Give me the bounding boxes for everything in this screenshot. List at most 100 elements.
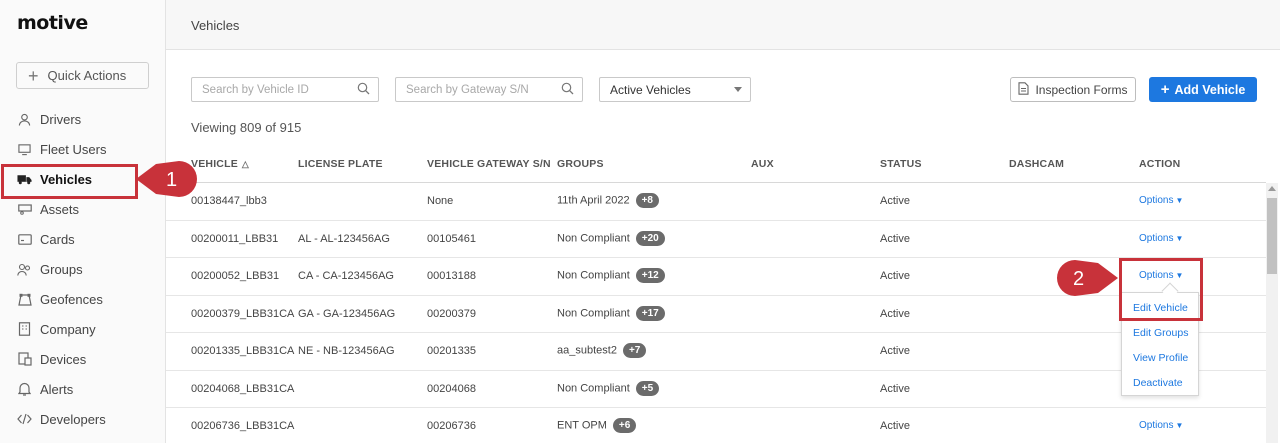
card-icon: [17, 232, 32, 247]
group-count-badge[interactable]: +12: [635, 268, 665, 283]
search-icon[interactable]: [357, 82, 370, 98]
sidebar-nav: Drivers Fleet Users Vehicles Assets Card…: [0, 104, 166, 434]
table-row[interactable]: 00200011_LBB31 AL - AL-123456AG 00105461…: [166, 221, 1266, 258]
table-row[interactable]: 00201335_LBB31CA NE - NB-123456AG 002013…: [166, 333, 1266, 371]
table-row[interactable]: 00206736_LBB31CA 00206736 ENT OPM +6 Acti…: [166, 408, 1266, 443]
add-vehicle-label: Add Vehicle: [1174, 82, 1246, 97]
license-plate: NE - NB-123456AG: [298, 345, 395, 357]
callout-number-1: 1: [166, 169, 178, 191]
callout-number-2: 2: [1073, 268, 1085, 290]
quick-actions-button[interactable]: + Quick Actions: [16, 62, 149, 89]
vehicle-id[interactable]: 00200379_LBB31CA: [191, 308, 294, 320]
groups-cell: Non Compliant +5: [557, 380, 660, 396]
vehicle-id[interactable]: 00200052_LBB31: [191, 270, 279, 282]
gateway-search[interactable]: [395, 77, 583, 102]
menu-item-view-profile[interactable]: View Profile: [1133, 352, 1188, 364]
group-count-badge[interactable]: +8: [635, 193, 659, 208]
license-plate: AL - AL-123456AG: [298, 232, 390, 245]
license-plate: CA - CA-123456AG: [298, 270, 394, 282]
column-header-gateway: VEHICLE GATEWAY S/N: [427, 158, 551, 170]
vehicle-status-selected: Active Vehicles: [610, 83, 691, 97]
groups-cell: ENT OPM +6: [557, 418, 637, 433]
status-text: Active: [880, 345, 910, 357]
page-title: Vehicles: [191, 18, 240, 33]
sidebar-item-drivers[interactable]: Drivers: [0, 104, 166, 134]
sidebar-item-cards[interactable]: Cards: [0, 224, 166, 254]
license-plate: GA - GA-123456AG: [298, 307, 396, 320]
sidebar-item-developers[interactable]: Developers: [0, 404, 166, 434]
vehicle-id[interactable]: 00138447_lbb3: [191, 195, 267, 207]
sidebar-item-label: Vehicles: [40, 171, 93, 187]
gateway-sn: 00204068: [427, 382, 476, 395]
groups-cell: Non Compliant +12: [557, 268, 665, 283]
vehicle-id[interactable]: 00200011_LBB31: [191, 233, 278, 245]
page-header: Vehicles: [166, 0, 1280, 50]
column-header-dashcam: DASHCAM: [1009, 158, 1065, 170]
caret-down-icon: [734, 87, 742, 92]
sidebar-item-label: Drivers: [40, 111, 82, 127]
table-scrollbar[interactable]: [1266, 183, 1278, 443]
menu-item-edit-groups[interactable]: Edit Groups: [1133, 327, 1188, 339]
groups-cell: 11th April 2022 +8: [557, 193, 659, 208]
sidebar-item-label: Alerts: [40, 381, 74, 397]
sidebar-item-company[interactable]: Company: [0, 314, 166, 344]
column-header-action: ACTION: [1139, 158, 1181, 170]
search-icon[interactable]: [561, 82, 574, 98]
sidebar-item-label: Assets: [40, 201, 80, 217]
add-vehicle-button[interactable]: + Add Vehicle: [1149, 77, 1257, 102]
status-text: Active: [880, 270, 910, 282]
status-text: Active: [880, 195, 910, 207]
options-dropdown[interactable]: Options ▼: [1139, 233, 1183, 244]
vehicle-id[interactable]: 00204068_LBB31CA: [191, 383, 294, 395]
truck-icon: [17, 172, 32, 187]
status-text: Active: [880, 382, 910, 395]
sidebar-item-label: Company: [40, 321, 96, 337]
table-row[interactable]: 00200379_LBB31CA GA - GA-123456AG 002003…: [166, 296, 1266, 333]
table-row[interactable]: 00204068_LBB31CA 00204068 Non Compliant +…: [166, 371, 1266, 408]
callout-marker-2: [1057, 260, 1118, 296]
gateway-search-input[interactable]: [396, 78, 582, 101]
options-dropdown[interactable]: Options ▼: [1139, 195, 1183, 206]
sidebar-item-assets[interactable]: Assets: [0, 194, 166, 224]
table-row[interactable]: 00138447_lbb3 None 11th April 2022 +8 Act…: [166, 183, 1266, 221]
sidebar-item-geofences[interactable]: Geofences: [0, 284, 166, 314]
caret-down-icon: ▼: [1175, 421, 1184, 430]
vehicle-id[interactable]: 00201335_LBB31CA: [191, 345, 294, 357]
vehicle-search[interactable]: [191, 77, 379, 102]
user-icon: [17, 112, 32, 127]
sidebar-item-label: Groups: [40, 261, 83, 277]
motive-logo[interactable]: motive: [17, 12, 88, 34]
sidebar-item-label: Cards: [40, 231, 75, 247]
sidebar-item-label: Geofences: [40, 291, 103, 307]
code-icon: [17, 412, 32, 427]
sidebar-item-alerts[interactable]: Alerts: [0, 374, 166, 404]
sidebar-item-label: Fleet Users: [40, 141, 107, 157]
group-count-badge[interactable]: +20: [635, 230, 665, 246]
scroll-thumb[interactable]: [1267, 198, 1277, 274]
groups-cell: aa_subtest2 +7: [557, 343, 647, 358]
group-name: ENT OPM: [557, 419, 607, 432]
sidebar-item-devices[interactable]: Devices: [0, 344, 166, 374]
vehicle-search-input[interactable]: [192, 78, 378, 101]
menu-item-deactivate[interactable]: Deactivate: [1133, 377, 1183, 389]
column-header-vehicle[interactable]: VEHICLE △: [191, 158, 249, 170]
group-count-badge[interactable]: +6: [612, 418, 637, 433]
scroll-up-icon[interactable]: [1268, 186, 1276, 191]
inspection-forms-button[interactable]: Inspection Forms: [1010, 77, 1136, 102]
status-text: Active: [880, 307, 910, 320]
group-icon: [17, 262, 32, 277]
caret-down-icon: ▼: [1175, 196, 1184, 205]
caret-down-icon: ▼: [1175, 233, 1184, 243]
group-count-badge[interactable]: +17: [635, 305, 665, 321]
column-header-license-plate: LICENSE PLATE: [298, 158, 383, 170]
group-count-badge[interactable]: +5: [635, 380, 660, 396]
sidebar-item-groups[interactable]: Groups: [0, 254, 166, 284]
gateway-sn: 00013188: [427, 270, 476, 282]
gateway-sn: 00200379: [427, 307, 476, 320]
sidebar-item-label: Devices: [40, 351, 87, 367]
options-dropdown[interactable]: Options ▼: [1139, 420, 1183, 431]
plus-icon: +: [1160, 81, 1170, 98]
vehicle-id[interactable]: 00206736_LBB31CA: [191, 420, 294, 432]
vehicle-status-select[interactable]: Active Vehicles: [599, 77, 751, 102]
group-count-badge[interactable]: +7: [622, 343, 647, 358]
